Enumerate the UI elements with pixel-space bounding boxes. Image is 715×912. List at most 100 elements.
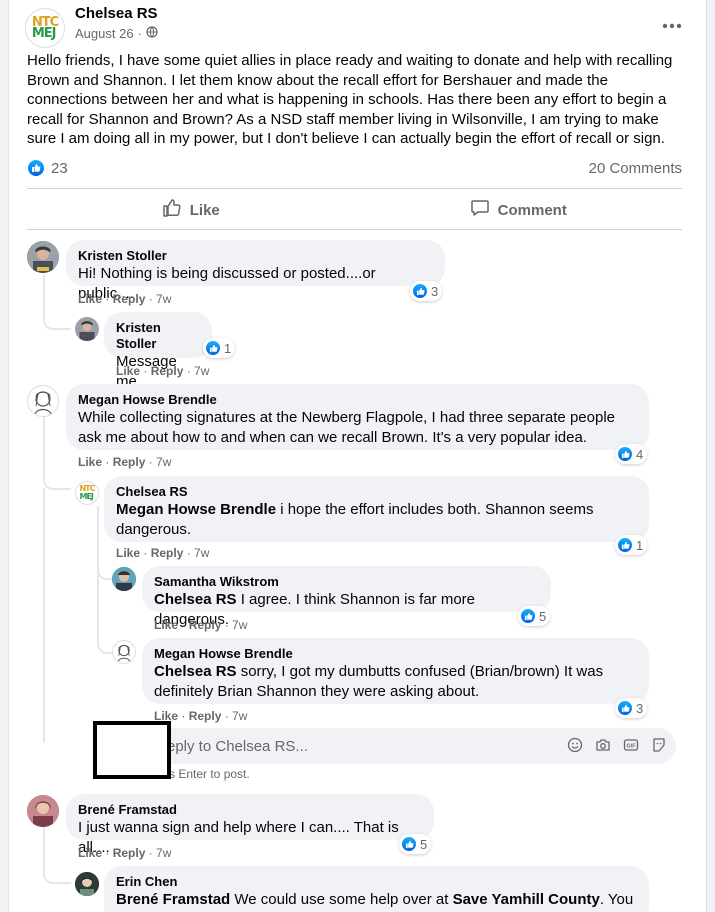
comment-button-label: Comment: [497, 201, 567, 219]
commenter-avatar[interactable]: [75, 872, 99, 896]
enter-to-post-hint: s Enter to post.: [169, 767, 250, 781]
meta-separator: ·: [137, 26, 142, 41]
mention-link[interactable]: Megan Howse Brendle: [116, 501, 276, 518]
comment-time[interactable]: 7w: [156, 846, 171, 860]
emoji-icon[interactable]: [566, 736, 584, 754]
comment-like-link[interactable]: Like: [116, 364, 140, 378]
like-reaction-icon: [27, 159, 45, 177]
thread-connector: [43, 826, 71, 884]
comment-reply-link[interactable]: Reply: [151, 546, 184, 560]
post-author-avatar[interactable]: NTC MEJ: [25, 8, 65, 48]
comment-time[interactable]: 7w: [156, 292, 171, 306]
comment-author[interactable]: Megan Howse Brendle: [154, 646, 637, 662]
comment-button[interactable]: Comment: [355, 192, 683, 228]
avatar-logo: NTC MEJ: [79, 484, 95, 501]
commenter-avatar[interactable]: [112, 640, 136, 664]
comments-count-link[interactable]: 20 Comments: [589, 160, 682, 177]
comment-like-link[interactable]: Like: [154, 618, 178, 632]
like-reaction-icon: [401, 836, 417, 852]
comment-reaction-count[interactable]: 3: [410, 281, 443, 301]
post-meta: August 26 ·: [75, 26, 158, 41]
comment-like-link[interactable]: Like: [78, 846, 102, 860]
commenter-avatar[interactable]: [27, 241, 59, 273]
sticker-icon[interactable]: [650, 736, 668, 754]
commenter-avatar[interactable]: [27, 385, 59, 417]
globe-icon[interactable]: [146, 26, 158, 41]
reactions-row: 23 20 Comments: [27, 156, 682, 180]
like-reaction-icon: [205, 340, 221, 356]
comment-text: Megan Howse Brendle i hope the effort in…: [116, 501, 594, 538]
comment-bubble: Megan Howse Brendle Chelsea RS sorry, I …: [142, 638, 649, 704]
reply-tools: GIF: [566, 736, 668, 754]
comment-like-link[interactable]: Like: [78, 292, 102, 306]
comment-bubble: Samantha Wikstrom Chelsea RS I agree. I …: [142, 566, 551, 628]
reply-placeholder: eply to Chelsea RS...: [167, 738, 308, 755]
reaction-count: 23: [51, 159, 68, 177]
comment-author[interactable]: Samantha Wikstrom: [154, 574, 539, 590]
comment-reaction-count[interactable]: 5: [399, 834, 432, 854]
comment-time[interactable]: 7w: [232, 618, 247, 632]
comment-actions: Like · Reply · 7w: [116, 364, 210, 378]
comment-reply-link[interactable]: Reply: [151, 364, 184, 378]
more-options-icon[interactable]: [658, 12, 686, 40]
comment-text: While collecting signatures at the Newbe…: [78, 409, 615, 446]
avatar-logo: NTC MEJ: [31, 15, 59, 41]
comment-actions: Like · Reply · 7w: [116, 546, 210, 560]
post-date[interactable]: August 26: [75, 26, 134, 41]
divider: [27, 229, 682, 230]
commenter-avatar[interactable]: NTC MEJ: [75, 481, 99, 505]
comment-like-link[interactable]: Like: [78, 455, 102, 469]
comment-text: Brené Framstad We could use some help ov…: [116, 891, 634, 908]
comment-reply-link[interactable]: Reply: [113, 846, 146, 860]
commenter-avatar[interactable]: [75, 317, 99, 341]
comment-reaction-count[interactable]: 1: [203, 338, 236, 358]
comment-bubble: Chelsea RS Megan Howse Brendle i hope th…: [104, 476, 649, 542]
comment-author[interactable]: Erin Chen: [116, 874, 637, 890]
comment-reply-link[interactable]: Reply: [113, 292, 146, 306]
reaction-summary[interactable]: 23: [27, 159, 68, 177]
comment-actions: Like · Reply · 7w: [78, 292, 172, 306]
thread-connector: [43, 274, 71, 330]
mention-link[interactable]: Save Yamhill County: [453, 891, 600, 908]
comment-actions: Like · Reply · 7w: [154, 618, 248, 632]
reply-input[interactable]: eply to Chelsea RS... GIF: [153, 728, 676, 764]
comment-reply-link[interactable]: Reply: [189, 618, 222, 632]
comment-author[interactable]: Chelsea RS: [116, 484, 637, 500]
comment-bubble: Kristen Stoller Message me: [104, 312, 212, 390]
comment-author[interactable]: Kristen Stoller: [78, 248, 433, 264]
like-reaction-icon: [617, 446, 633, 462]
comment-reply-link[interactable]: Reply: [113, 455, 146, 469]
post-body: Hello friends, I have some quiet allies …: [27, 52, 673, 148]
comment-author[interactable]: Megan Howse Brendle: [78, 392, 637, 408]
comment-icon: [470, 198, 490, 222]
comment-time[interactable]: 7w: [232, 709, 247, 723]
comment-reply-link[interactable]: Reply: [189, 709, 222, 723]
comment-time[interactable]: 7w: [156, 455, 171, 469]
commenter-avatar[interactable]: [27, 795, 59, 827]
comment-reaction-count[interactable]: 1: [615, 535, 648, 555]
post-author-name[interactable]: Chelsea RS: [75, 5, 158, 22]
post-card: NTC MEJ Chelsea RS August 26 · Hello fri…: [8, 0, 707, 912]
mention-link[interactable]: Chelsea RS: [154, 663, 237, 680]
comment-bubble: Erin Chen Brené Framstad We could use so…: [104, 866, 649, 912]
comment-text: Chelsea RS sorry, I got my dumbutts conf…: [154, 663, 604, 700]
comment-time[interactable]: 7w: [194, 364, 209, 378]
gif-icon[interactable]: GIF: [622, 736, 640, 754]
camera-icon[interactable]: [594, 736, 612, 754]
mention-link[interactable]: Brené Framstad: [116, 891, 230, 908]
comment-bubble: Megan Howse Brendle While collecting sig…: [66, 384, 649, 450]
like-reaction-icon: [617, 537, 633, 553]
commenter-avatar[interactable]: [112, 567, 136, 591]
mention-link[interactable]: Chelsea RS: [154, 591, 237, 608]
comment-author[interactable]: Kristen Stoller: [116, 320, 200, 352]
comment-time[interactable]: 7w: [194, 546, 209, 560]
comment-reaction-count[interactable]: 5: [518, 606, 551, 626]
comment-author[interactable]: Brené Framstad: [78, 802, 422, 818]
comment-reaction-count[interactable]: 3: [615, 698, 648, 718]
like-button-label: Like: [189, 201, 220, 219]
like-button[interactable]: Like: [27, 192, 355, 228]
divider: [27, 188, 682, 189]
comment-bubble: Brené Framstad I just wanna sign and hel…: [66, 794, 434, 856]
comment-reaction-count[interactable]: 4: [615, 444, 648, 464]
comment-like-link[interactable]: Like: [116, 546, 140, 560]
